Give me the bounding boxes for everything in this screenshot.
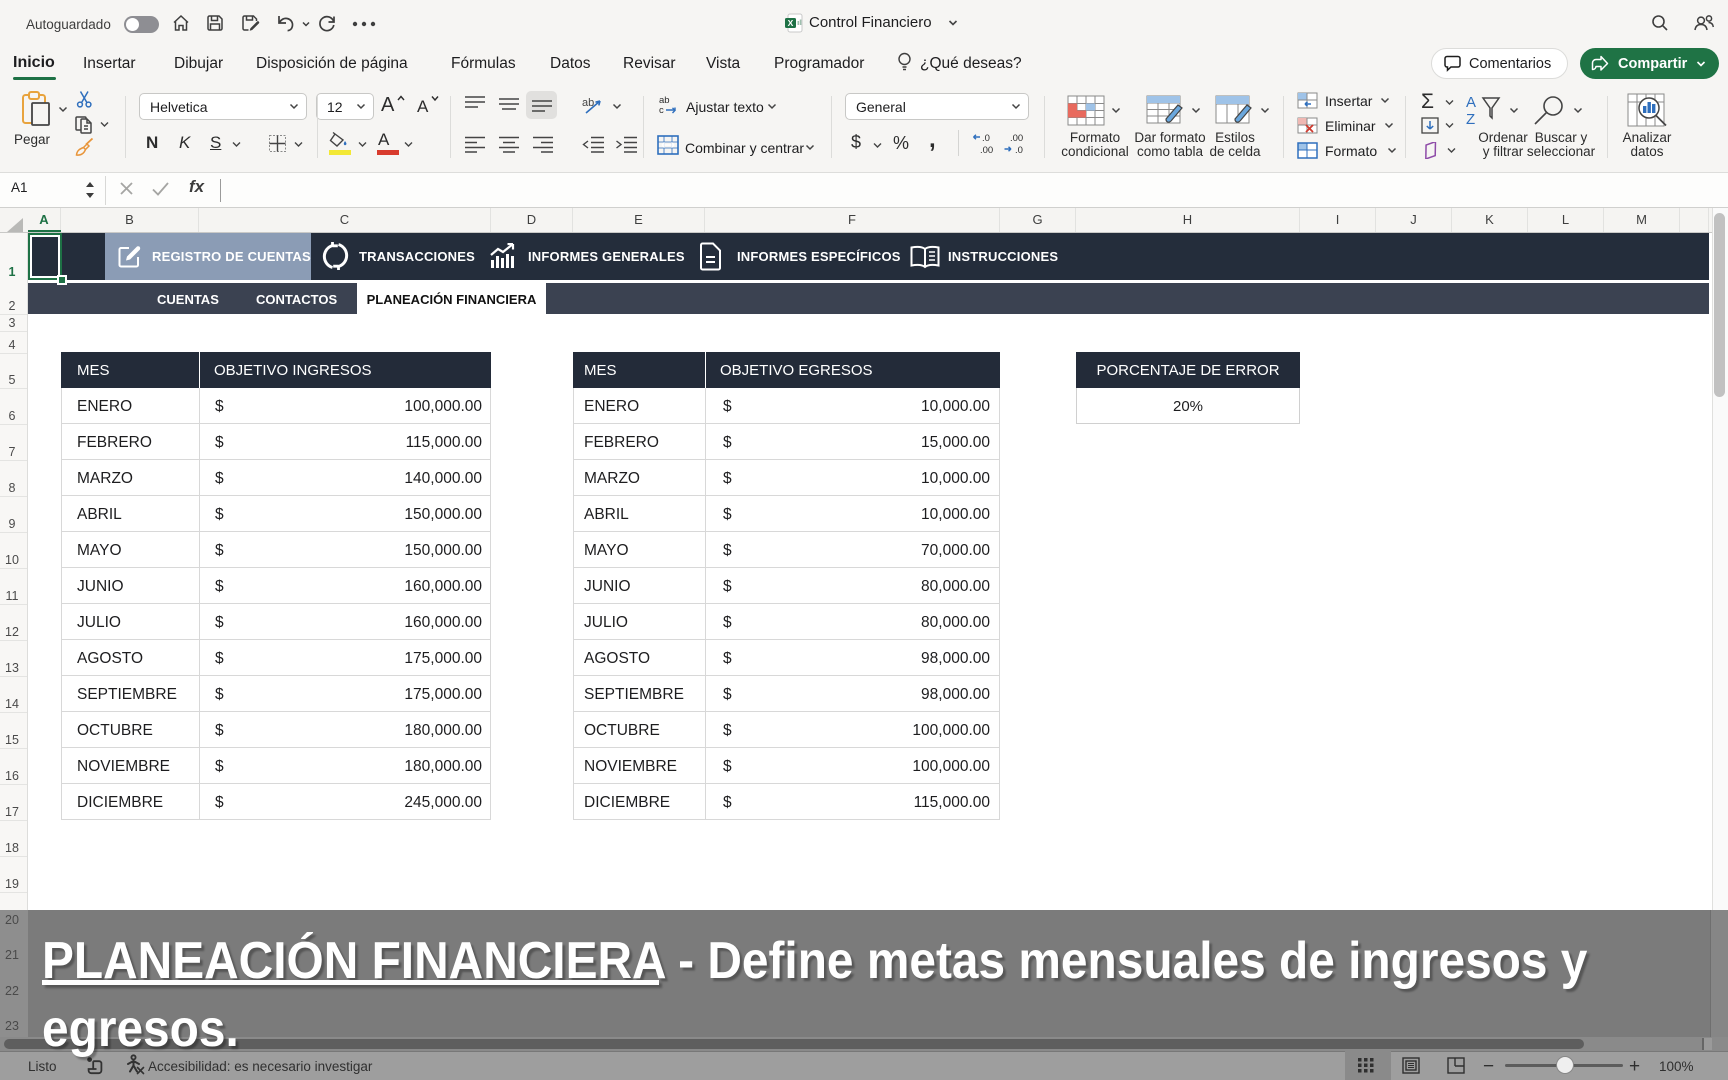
svg-text:A: A xyxy=(1466,94,1476,111)
svg-text:Z: Z xyxy=(1466,111,1475,128)
svg-text:.00: .00 xyxy=(980,145,993,155)
svg-text:.0: .0 xyxy=(982,133,990,144)
svg-text:.00: .00 xyxy=(1010,133,1023,144)
svg-text:c: c xyxy=(659,105,664,116)
svg-text:X: X xyxy=(788,18,794,28)
svg-text:.0: .0 xyxy=(1015,145,1023,155)
